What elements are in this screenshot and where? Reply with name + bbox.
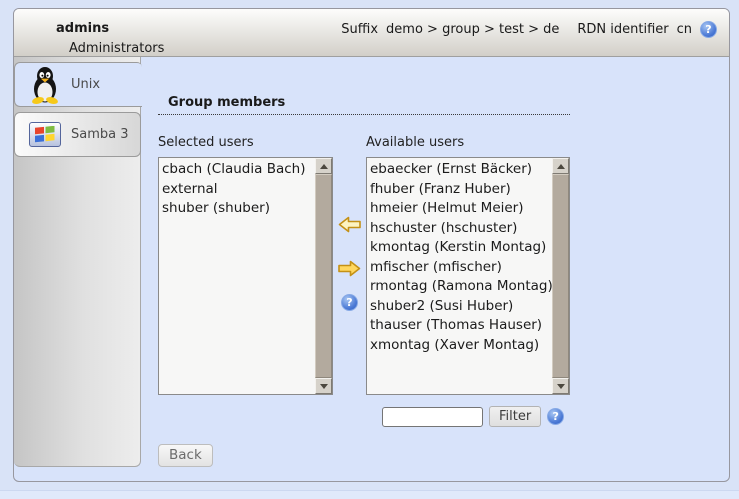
move-right-arrow-icon[interactable] bbox=[338, 260, 361, 277]
triangle-down-icon bbox=[557, 384, 565, 389]
suffix-value[interactable]: demo > group > test > de bbox=[386, 22, 559, 37]
scrollbar-thumb[interactable] bbox=[552, 174, 569, 378]
scroll-up-button[interactable] bbox=[552, 158, 569, 174]
scroll-down-button[interactable] bbox=[552, 378, 569, 394]
filter-input[interactable] bbox=[382, 407, 483, 427]
page-subtitle: Administrators bbox=[69, 41, 164, 56]
back-button[interactable]: Back bbox=[158, 444, 213, 467]
panel-header: admins Administrators Suffix demo > grou… bbox=[14, 9, 729, 57]
filter-button[interactable]: Filter bbox=[489, 406, 541, 427]
tux-icon bbox=[28, 66, 62, 104]
members-help-icon[interactable]: ? bbox=[341, 294, 358, 311]
list-item[interactable]: shuber (shuber) bbox=[162, 199, 315, 219]
rdn-group: RDN identifier cn ? bbox=[577, 21, 717, 38]
transfer-controls: ? bbox=[333, 135, 366, 395]
title-block: admins Administrators bbox=[56, 21, 164, 56]
scroll-down-button[interactable] bbox=[315, 378, 332, 394]
available-users-label: Available users bbox=[366, 135, 570, 150]
list-item[interactable]: ebaecker (Ernst Bäcker) bbox=[370, 160, 552, 180]
selected-users-list: cbach (Claudia Bach)externalshuber (shub… bbox=[159, 158, 315, 394]
move-left-arrow-icon[interactable] bbox=[338, 216, 361, 233]
page-title: admins bbox=[56, 21, 164, 36]
section-heading: Group members bbox=[158, 95, 570, 115]
page: { "header": { "title": "admins", "subtit… bbox=[0, 0, 739, 499]
content: Group members Selected users cbach (Clau… bbox=[142, 57, 729, 482]
page-bottom-strip bbox=[0, 490, 739, 499]
list-item[interactable]: rmontag (Ramona Montag) bbox=[370, 277, 552, 297]
sidebar: Unix Samba 3 bbox=[14, 57, 141, 467]
list-item[interactable]: hmeier (Helmut Meier) bbox=[370, 199, 552, 219]
list-item[interactable]: hschuster (hschuster) bbox=[370, 219, 552, 239]
main-panel: admins Administrators Suffix demo > grou… bbox=[13, 8, 730, 482]
rdn-label: RDN identifier bbox=[577, 22, 668, 37]
tab-samba3[interactable]: Samba 3 bbox=[14, 112, 141, 157]
filter-help-icon[interactable]: ? bbox=[547, 408, 564, 425]
filter-row: Filter ? bbox=[382, 406, 729, 427]
scrollbar-thumb[interactable] bbox=[315, 174, 332, 378]
rdn-value[interactable]: cn bbox=[677, 22, 692, 37]
list-item[interactable]: thauser (Thomas Hauser) bbox=[370, 316, 552, 336]
triangle-down-icon bbox=[320, 384, 328, 389]
list-item[interactable]: cbach (Claudia Bach) bbox=[162, 160, 315, 180]
windows-icon bbox=[28, 122, 62, 147]
triangle-up-icon bbox=[557, 164, 565, 169]
available-users-column: Available users ebaecker (Ernst Bäcker)f… bbox=[366, 135, 570, 395]
list-item[interactable]: kmontag (Kerstin Montag) bbox=[370, 238, 552, 258]
tab-unix-label: Unix bbox=[71, 77, 100, 92]
scroll-up-button[interactable] bbox=[315, 158, 332, 174]
list-item[interactable]: external bbox=[162, 180, 315, 200]
member-columns: Selected users cbach (Claudia Bach)exter… bbox=[158, 135, 729, 395]
panel-body: Unix Samba 3 bbox=[14, 57, 729, 482]
suffix-label: Suffix bbox=[341, 22, 378, 37]
selected-users-listbox: cbach (Claudia Bach)externalshuber (shub… bbox=[158, 157, 333, 395]
available-users-listbox: ebaecker (Ernst Bäcker)fhuber (Franz Hub… bbox=[366, 157, 570, 395]
triangle-up-icon bbox=[320, 164, 328, 169]
list-item[interactable]: xmontag (Xaver Montag) bbox=[370, 336, 552, 356]
selected-users-column: Selected users cbach (Claudia Bach)exter… bbox=[158, 135, 333, 395]
list-item[interactable]: fhuber (Franz Huber) bbox=[370, 180, 552, 200]
tab-unix[interactable]: Unix bbox=[14, 62, 142, 107]
tab-samba3-label: Samba 3 bbox=[71, 127, 129, 142]
header-info: Suffix demo > group > test > de RDN iden… bbox=[341, 21, 717, 38]
available-users-list: ebaecker (Ernst Bäcker)fhuber (Franz Hub… bbox=[367, 158, 552, 394]
list-item[interactable]: shuber2 (Susi Huber) bbox=[370, 297, 552, 317]
selected-users-scrollbar bbox=[315, 158, 332, 394]
selected-users-label: Selected users bbox=[158, 135, 333, 150]
list-item[interactable]: mfischer (mfischer) bbox=[370, 258, 552, 278]
available-users-scrollbar bbox=[552, 158, 569, 394]
suffix-group: Suffix demo > group > test > de bbox=[341, 22, 559, 37]
rdn-help-icon[interactable]: ? bbox=[700, 21, 717, 38]
